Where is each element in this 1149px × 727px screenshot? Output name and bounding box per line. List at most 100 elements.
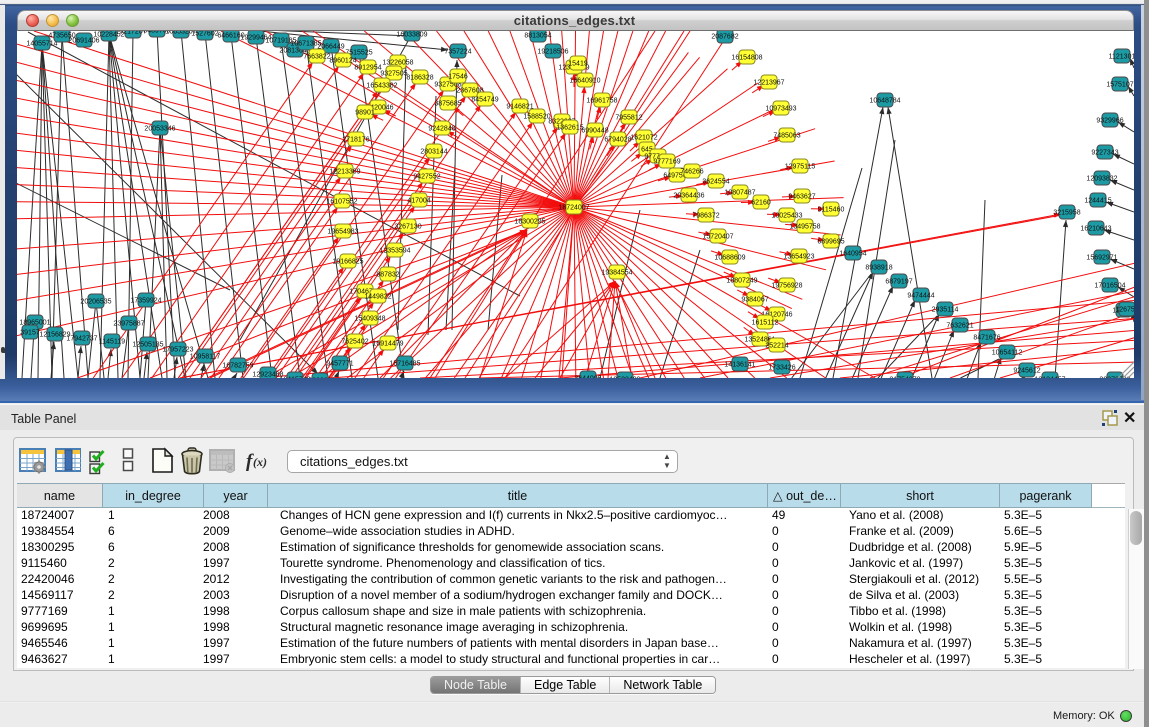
svg-text:9463627: 9463627 [788, 194, 815, 201]
svg-text:3875685: 3875685 [434, 101, 461, 108]
svg-text:18300295: 18300295 [514, 219, 545, 226]
svg-text:2935114: 2935114 [932, 307, 959, 314]
svg-text:746266: 746266 [680, 169, 703, 176]
svg-text:126753: 126753 [1115, 307, 1134, 314]
svg-text:1575107: 1575107 [1106, 82, 1133, 89]
svg-text:98901: 98901 [355, 110, 375, 117]
svg-text:2803144: 2803144 [420, 149, 447, 156]
svg-text:10648784: 10648784 [869, 98, 900, 105]
svg-text:1733426: 1733426 [768, 365, 795, 372]
svg-text:12213369: 12213369 [329, 169, 360, 176]
svg-text:9227343: 9227343 [1091, 150, 1118, 157]
svg-text:20372723: 20372723 [1099, 377, 1130, 379]
svg-text:15692971: 15692971 [1086, 255, 1117, 262]
svg-text:17546: 17546 [448, 74, 468, 81]
svg-text:15720407: 15720407 [702, 234, 733, 241]
svg-text:1640954: 1640954 [839, 251, 866, 258]
svg-text:9474444: 9474444 [907, 293, 934, 300]
svg-text:10688609: 10688609 [714, 255, 745, 262]
svg-text:19523409: 19523409 [609, 377, 640, 379]
svg-text:2087682: 2087682 [711, 34, 738, 41]
svg-text:12213967: 12213967 [753, 80, 784, 87]
svg-text:17942737: 17942737 [66, 336, 97, 343]
svg-text:20691406: 20691406 [68, 38, 99, 45]
svg-text:10025433: 10025433 [771, 213, 802, 220]
svg-text:1145119: 1145119 [99, 339, 125, 346]
svg-text:16107552: 16107552 [326, 199, 357, 206]
svg-text:12975115: 12975115 [785, 164, 816, 171]
svg-text:1449822: 1449822 [364, 294, 391, 301]
svg-text:8960124: 8960124 [329, 58, 356, 65]
svg-text:16154808: 16154808 [731, 55, 762, 62]
svg-text:13654923: 13654923 [783, 254, 814, 261]
svg-text:7955812: 7955812 [615, 115, 642, 122]
svg-text:1121301: 1121301 [1109, 54, 1134, 61]
svg-text:7625402: 7625402 [341, 339, 368, 346]
svg-text:252214: 252214 [765, 343, 788, 350]
svg-text:16782759: 16782759 [222, 363, 253, 370]
svg-text:2718176: 2718176 [342, 137, 369, 144]
svg-text:10973493: 10973493 [765, 106, 796, 113]
svg-text:16033809: 16033809 [396, 32, 427, 39]
svg-text:887832: 887832 [376, 272, 399, 279]
svg-text:7986372: 7986372 [692, 213, 719, 220]
svg-text:13226058: 13226058 [382, 60, 413, 67]
svg-text:15409348: 15409348 [354, 316, 385, 323]
svg-text:8186328: 8186328 [406, 75, 433, 82]
svg-text:6794028: 6794028 [604, 137, 631, 144]
svg-text:15419: 15419 [568, 61, 588, 68]
svg-text:16961758: 16961758 [586, 98, 617, 105]
svg-text:8471676: 8471676 [973, 335, 1000, 342]
svg-text:9457771: 9457771 [326, 361, 353, 368]
svg-text:17957223: 17957223 [162, 347, 193, 354]
svg-text:7357224: 7357224 [444, 49, 471, 56]
svg-text:10958117: 10958117 [190, 354, 221, 361]
svg-text:12353594: 12353594 [379, 248, 410, 255]
svg-text:1244415: 1244415 [1084, 198, 1111, 205]
svg-text:20364436: 20364436 [673, 193, 704, 200]
svg-text:20206535: 20206535 [80, 299, 111, 306]
svg-text:19654983: 19654983 [327, 229, 358, 236]
svg-text:19166825: 19166825 [332, 259, 363, 266]
svg-text:12093832: 12093832 [1086, 176, 1117, 183]
svg-text:7632621: 7632621 [946, 323, 973, 330]
svg-text:(x): (x) [253, 455, 267, 469]
svg-text:3215958: 3215958 [1053, 210, 1080, 217]
svg-text:19756928: 19756928 [771, 283, 802, 290]
svg-text:9242848: 9242848 [428, 126, 455, 133]
svg-text:8454749: 8454749 [471, 97, 498, 104]
svg-text:12505135: 12505135 [132, 342, 163, 349]
svg-text:18807249: 18807249 [726, 278, 757, 285]
svg-text:1615112: 1615112 [752, 320, 779, 327]
svg-text:9777169: 9777169 [653, 159, 680, 166]
svg-text:3644095: 3644095 [574, 376, 601, 379]
svg-text:10807487: 10807487 [724, 190, 755, 197]
svg-text:1588520: 1588520 [523, 114, 550, 121]
svg-text:62160: 62160 [751, 200, 771, 207]
svg-text:6990448: 6990448 [581, 128, 608, 135]
svg-text:16914479: 16914479 [372, 341, 403, 348]
svg-text:17016504: 17016504 [1094, 283, 1125, 290]
svg-text:9384067: 9384067 [741, 297, 768, 304]
svg-text:16543382: 16543382 [366, 83, 397, 90]
svg-text:8912954: 8912954 [354, 65, 381, 72]
svg-text:15716485: 15716485 [389, 361, 420, 368]
svg-text:19384554: 19384554 [601, 270, 632, 277]
svg-text:1362615: 1362615 [556, 125, 583, 132]
svg-text:14055714: 14055714 [26, 41, 57, 48]
svg-text:23975887: 23975887 [113, 321, 144, 328]
svg-text:10654112: 10654112 [992, 350, 1023, 357]
svg-text:6879197: 6879197 [885, 279, 912, 286]
svg-text:7485063: 7485063 [773, 133, 800, 140]
svg-text:8938918: 8938918 [865, 265, 892, 272]
svg-text:9245612: 9245612 [1013, 368, 1040, 375]
svg-text:20053346: 20053346 [144, 126, 175, 133]
svg-text:16210643: 16210643 [1080, 226, 1111, 233]
svg-text:21754078: 21754078 [889, 377, 920, 379]
svg-text:13495758: 13495758 [789, 224, 820, 231]
svg-text:9329966: 9329966 [1096, 118, 1123, 125]
svg-text:9427552: 9427552 [413, 174, 440, 181]
svg-text:17359924: 17359924 [130, 298, 161, 305]
svg-text:18724007: 18724007 [558, 205, 589, 212]
svg-text:1527602: 1527602 [191, 31, 218, 38]
